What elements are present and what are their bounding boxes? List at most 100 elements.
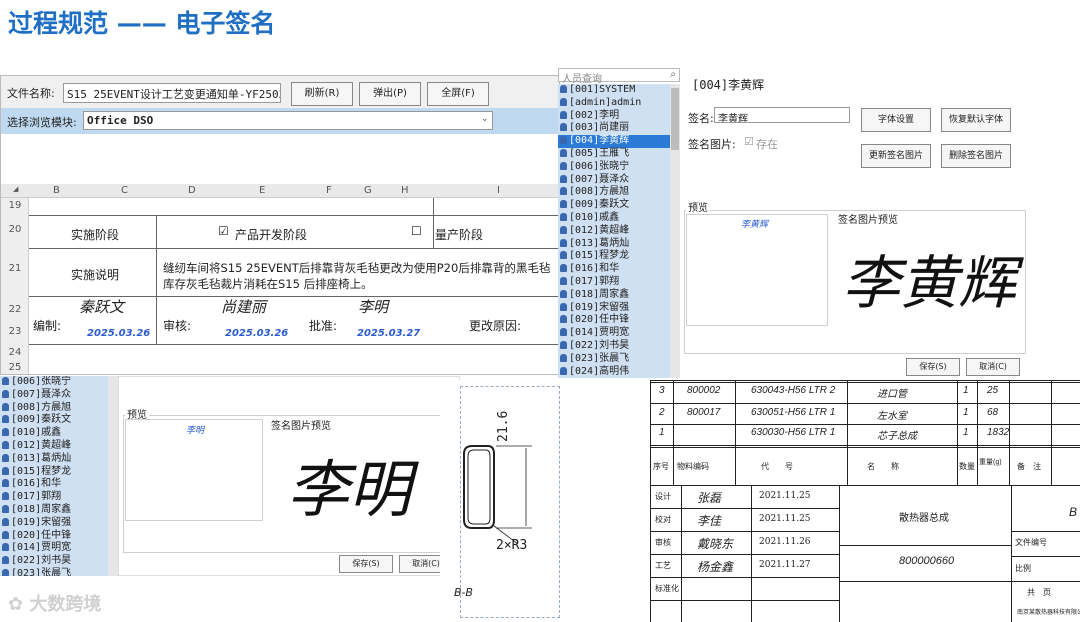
cancel-button[interactable]: 取消(C) [966,358,1020,376]
user-list-item[interactable]: [009]秦跃文 [0,414,108,427]
title-block: 3 800002 630043-H56 LTR 2 进口管 1 25 2 800017 6300… [650,380,1080,622]
role-label: 设计 [655,492,671,501]
user-label: [018]周家鑫 [11,503,72,515]
chevron-down-icon[interactable]: ⌄ [481,114,489,124]
row-20[interactable]: 20 [1,224,29,235]
restore-font-button[interactable]: 恢复默认字体 [941,108,1011,132]
table-line [847,381,848,485]
user-icon [2,492,9,501]
user-list-item[interactable]: [007]聂泽众 [558,174,670,187]
row-22[interactable]: 22 [1,304,29,315]
user-icon [560,136,567,145]
table-line [1011,531,1080,532]
col-g[interactable]: G [364,185,372,196]
sign-name-input[interactable]: 李黄辉 [714,107,850,123]
col-e[interactable]: E [259,185,265,196]
user-list-item[interactable]: [024]高明伟 [558,366,670,378]
user-list-item[interactable]: [013]葛炳灿 [558,238,670,251]
user-list-item[interactable]: [015]程梦龙 [0,466,108,479]
dev-stage-checkbox[interactable]: ☑ [218,224,229,238]
user-label: [002]李明 [569,109,620,121]
lower-user-list-scrollbar[interactable] [108,376,118,576]
save-button[interactable]: 保存(S) [906,358,960,376]
user-list-item[interactable]: [008]方晨旭 [0,402,108,415]
fullscreen-button[interactable]: 全屏(F) [427,82,489,106]
col-i[interactable]: I [497,185,500,196]
table-line [651,508,839,509]
user-list-item[interactable]: [003]尚建丽 [558,122,670,135]
user-label: [015]程梦龙 [11,465,72,477]
user-label: [020]任中锋 [11,529,72,541]
user-list-item[interactable]: [004]李黄辉 [558,135,670,148]
refresh-button[interactable]: 刷新(R) [291,82,353,106]
row-21[interactable]: 21 [1,263,29,274]
user-list-item[interactable]: [015]程梦龙 [558,250,670,263]
user-list-item[interactable]: [012]黄超峰 [558,225,670,238]
user-list-item[interactable]: [020]任中锋 [0,530,108,543]
lower-save-button[interactable]: 保存(S) [339,555,393,573]
user-list-item[interactable]: [016]和华 [0,478,108,491]
col-b[interactable]: B [53,185,60,196]
user-list[interactable]: [001]SYSTEM [admin]admin [002]李明 [003]尚建丽 [0… [558,84,670,378]
user-list-item[interactable]: [005]王雁飞 [558,148,670,161]
search-icon[interactable]: ⌕ [670,69,676,80]
user-list-item[interactable]: [006]张晓宁 [558,161,670,174]
exists-checkbox[interactable]: ☑ [744,135,754,148]
row-24[interactable]: 24 [1,347,29,358]
user-list-item[interactable]: [014]贾明宽 [558,327,670,340]
ratio-label: 比例 [1015,564,1031,573]
lower-user-list[interactable]: [006]张晓宁 [007]聂泽众 [008]方晨旭 [009]秦跃文 [010]戚鑫[… [0,376,108,576]
user-list-item[interactable]: [012]黄超峰 [0,440,108,453]
module-select[interactable]: Office DSO [83,111,493,130]
row-25[interactable]: 25 [1,362,29,373]
popout-button[interactable]: 弹出(P) [359,82,421,106]
user-list-item[interactable]: [014]贾明宽 [0,542,108,555]
dev-stage-label: 产品开发阶段 [235,228,308,242]
user-list-item[interactable]: [010]戚鑫 [558,212,670,225]
scrollbar-thumb[interactable] [671,88,679,150]
select-all-icon[interactable]: ◢ [13,185,18,193]
prod-stage-checkbox[interactable]: ☐ [411,224,422,238]
part-weight: 1832 [987,427,1010,438]
user-list-item[interactable]: [admin]admin [558,97,670,110]
user-list-item[interactable]: [018]周家鑫 [558,289,670,302]
user-search-input[interactable]: 人员查询 ⌕ [558,68,680,85]
user-list-item[interactable]: [020]任中锋 [558,314,670,327]
user-list-item[interactable]: [019]宋留强 [558,302,670,315]
file-toolbar: 文件名称: S15 25EVENT设计工艺变更通知单-YF25032 刷新(R)… [1,76,559,108]
row-19[interactable]: 19 [1,200,29,211]
user-list-item[interactable]: [007]聂泽众 [0,389,108,402]
file-name-input[interactable]: S15 25EVENT设计工艺变更通知单-YF25032 [63,83,281,103]
role-signature: 戴晓东 [697,537,734,551]
col-f[interactable]: F [326,185,332,196]
user-list-item[interactable]: [006]张晓宁 [0,376,108,389]
user-list-item[interactable]: [017]郭翔 [558,276,670,289]
table-line [651,485,1080,486]
user-list-item[interactable]: [022]刘书昊 [0,555,108,568]
user-list-item[interactable]: [018]周家鑫 [0,504,108,517]
user-list-item[interactable]: [002]李明 [558,110,670,123]
user-list-item[interactable]: [017]郭翔 [0,491,108,504]
part-model: 630051-H56 LTR 1 [751,407,836,418]
user-list-item[interactable]: [023]张晨飞 [0,568,108,576]
col-d[interactable]: D [188,185,196,196]
col-c[interactable]: C [121,185,128,196]
col-h[interactable]: H [401,185,409,196]
user-list-item[interactable]: [009]秦跃文 [558,199,670,212]
row-23[interactable]: 23 [1,326,29,337]
user-list-item[interactable]: [019]宋留强 [0,517,108,530]
font-settings-button[interactable]: 字体设置 [861,108,931,132]
user-label: [009]秦跃文 [569,199,630,211]
hdr-model: 代 号 [761,462,793,471]
delete-image-button[interactable]: 删除签名图片 [941,144,1011,168]
user-list-item[interactable]: [001]SYSTEM [558,84,670,97]
user-list-item[interactable]: [013]葛炳灿 [0,453,108,466]
user-list-item[interactable]: [016]和华 [558,263,670,276]
update-image-button[interactable]: 更新签名图片 [861,144,931,168]
user-list-item[interactable]: [022]刘书昊 [558,340,670,353]
user-list-item[interactable]: [023]张晨飞 [558,353,670,366]
user-list-scrollbar[interactable] [670,84,680,378]
user-list-item[interactable]: [010]戚鑫 [0,427,108,440]
user-label: [014]贾明宽 [569,327,630,339]
user-list-item[interactable]: [008]方晨旭 [558,186,670,199]
